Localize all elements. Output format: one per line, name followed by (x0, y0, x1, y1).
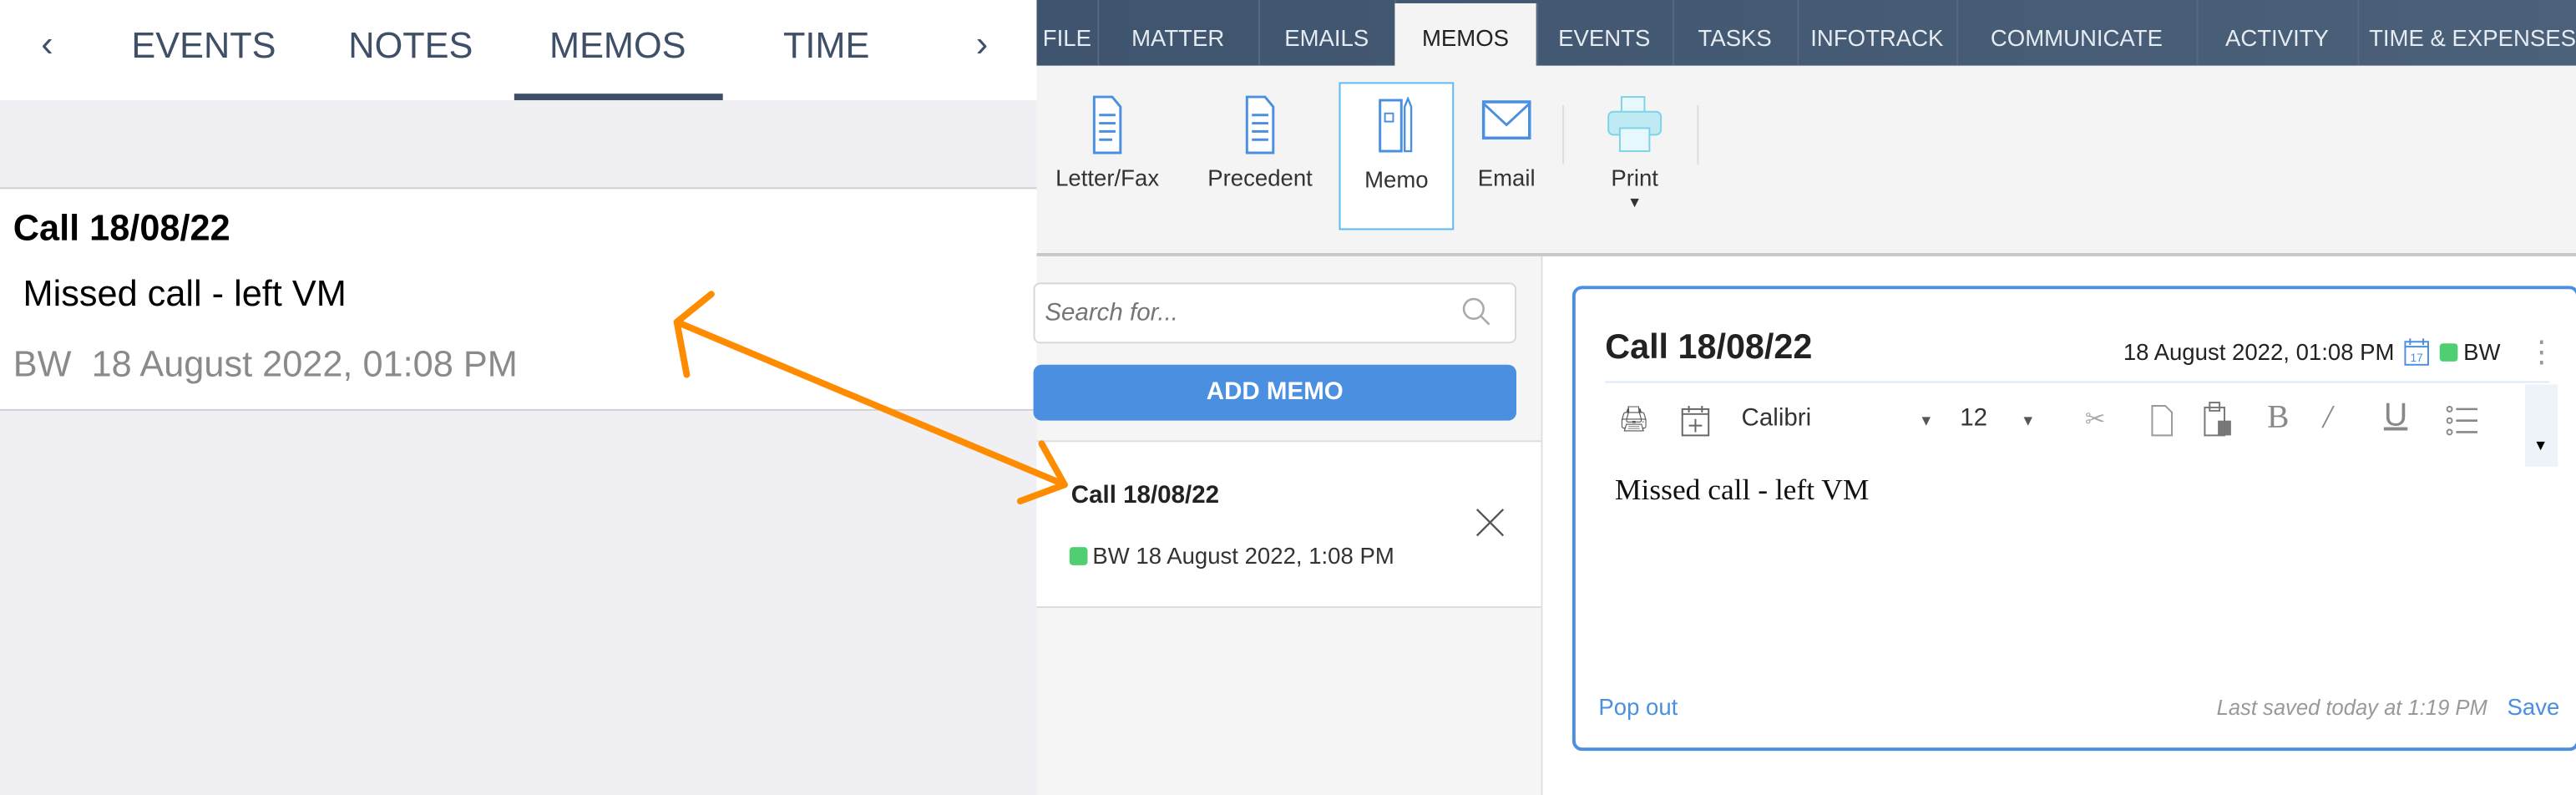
annotation-arrow (673, 291, 1068, 505)
arrow-shaft (673, 318, 1068, 489)
